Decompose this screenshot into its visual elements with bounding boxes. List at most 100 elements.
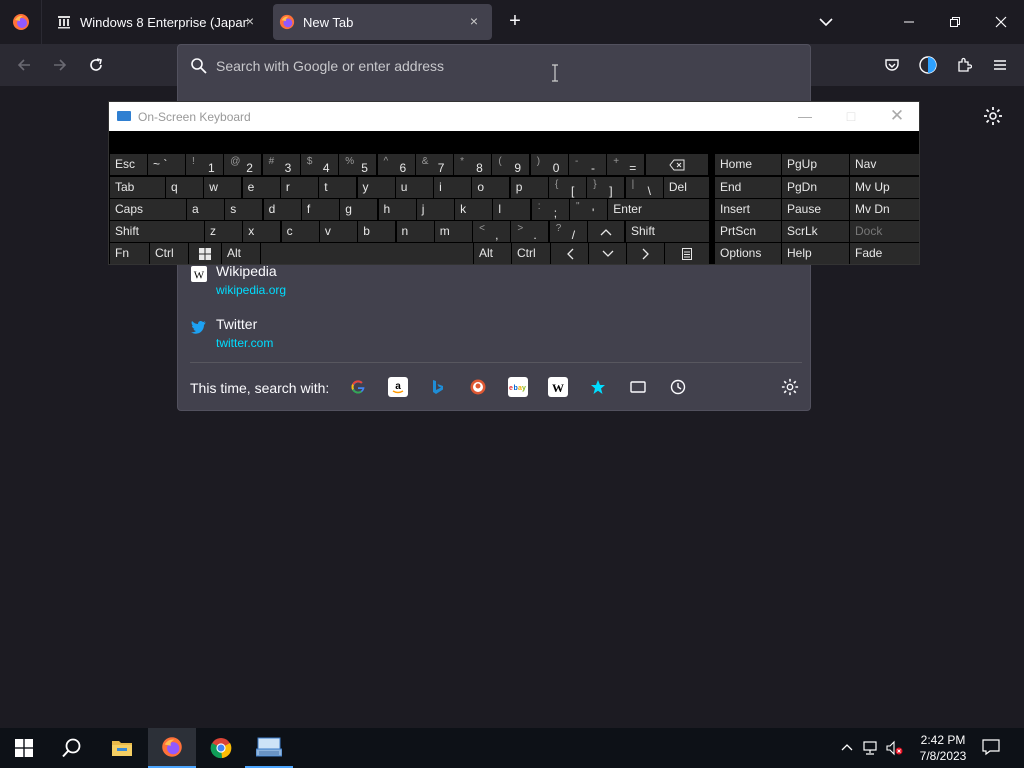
key-punct-0[interactable]: <,	[473, 221, 511, 242]
key-down-arrow[interactable]	[589, 243, 626, 264]
key-nav[interactable]: Nav	[850, 154, 919, 175]
key-o[interactable]: o	[472, 177, 510, 198]
extensions-icon[interactable]	[952, 53, 976, 77]
key-=[interactable]: + =	[607, 154, 645, 175]
key-x[interactable]: x	[243, 221, 281, 242]
google-icon[interactable]	[348, 377, 368, 397]
key-d[interactable]: d	[263, 199, 301, 220]
key-bracket-0[interactable]: {[	[549, 177, 586, 198]
key-bracket-1[interactable]: }]	[587, 177, 625, 198]
account-icon[interactable]	[916, 53, 940, 77]
back-arrow-icon[interactable]	[12, 53, 36, 77]
key-prtscn[interactable]: PrtScn	[715, 221, 781, 242]
key-alt-left[interactable]: Alt	[222, 243, 260, 264]
key-2[interactable]: @2	[224, 154, 262, 175]
reload-icon[interactable]	[84, 53, 108, 77]
osk-title-bar[interactable]: On-Screen Keyboard — □ ✕	[109, 102, 919, 131]
key-c[interactable]: c	[281, 221, 319, 242]
key-tilde[interactable]: ~ `	[148, 154, 185, 175]
key-b[interactable]: b	[358, 221, 396, 242]
key-punct-1[interactable]: >.	[511, 221, 549, 242]
osk-maximize-icon[interactable]: □	[843, 108, 859, 124]
key-a[interactable]: a	[187, 199, 224, 220]
key-mv-up[interactable]: Mv Up	[850, 177, 919, 198]
key-del[interactable]: Del	[663, 177, 709, 198]
key-ctrl-right[interactable]: Ctrl	[512, 243, 550, 264]
pocket-icon[interactable]	[880, 53, 904, 77]
key-options[interactable]: Options	[715, 243, 781, 264]
key-m[interactable]: m	[434, 221, 472, 242]
key-u[interactable]: u	[395, 177, 433, 198]
network-icon[interactable]	[862, 738, 880, 758]
tabs-icon[interactable]	[628, 377, 648, 397]
search-settings-gear-icon[interactable]	[780, 377, 800, 397]
key-8[interactable]: * 8	[454, 154, 492, 175]
key-fn[interactable]: Fn	[110, 243, 149, 264]
key-shift-right[interactable]: Shift	[626, 221, 709, 242]
wikipedia-icon[interactable]: W	[548, 377, 568, 397]
search-icon[interactable]	[48, 728, 96, 768]
key-mv-dn[interactable]: Mv Dn	[850, 199, 919, 220]
key-bracket-2[interactable]: | \	[625, 177, 663, 198]
key-dock[interactable]: Dock	[850, 221, 919, 242]
key-0[interactable]: ) 0	[530, 154, 568, 175]
key-insert[interactable]: Insert	[715, 199, 781, 220]
key-6[interactable]: ^ 6	[377, 154, 415, 175]
key-semi-0[interactable]: :;	[531, 199, 569, 220]
key-menu[interactable]	[665, 243, 709, 264]
start-windows-icon[interactable]	[0, 728, 48, 768]
key-w[interactable]: w	[204, 177, 242, 198]
key-punct-2[interactable]: ? /	[549, 221, 587, 242]
result-wikipedia[interactable]: W Wikipedia wikipedia.org	[190, 263, 790, 307]
key-k[interactable]: k	[455, 199, 493, 220]
key-semi-1[interactable]: " '	[570, 199, 607, 220]
key-ctrl-left[interactable]: Ctrl	[150, 243, 188, 264]
key-v[interactable]: v	[319, 221, 357, 242]
key-windows[interactable]	[189, 243, 221, 264]
key-e[interactable]: e	[242, 177, 280, 198]
key-right-arrow[interactable]	[627, 243, 664, 264]
key-1[interactable]: ! 1	[186, 154, 223, 175]
key-scrlk[interactable]: ScrLk	[782, 221, 849, 242]
key-j[interactable]: j	[416, 199, 454, 220]
key-t[interactable]: t	[319, 177, 357, 198]
key-shift-left[interactable]: Shift	[110, 221, 204, 242]
osk-close-icon[interactable]: ✕	[889, 107, 905, 124]
key-enter[interactable]: Enter	[608, 199, 709, 220]
close-window-icon[interactable]	[989, 10, 1013, 34]
key-esc[interactable]: Esc	[110, 154, 147, 175]
key-4[interactable]: $4	[300, 154, 338, 175]
key-g[interactable]: g	[340, 199, 378, 220]
key-3[interactable]: #3	[262, 154, 300, 175]
address-input[interactable]	[216, 55, 796, 77]
list-all-tabs-icon[interactable]	[814, 10, 838, 34]
bookmarks-icon[interactable]	[588, 377, 608, 397]
forward-arrow-icon[interactable]	[48, 53, 72, 77]
key-i[interactable]: i	[434, 177, 472, 198]
key-alt-right[interactable]: Alt	[474, 243, 511, 264]
amazon-icon[interactable]: a	[388, 377, 408, 397]
ebay-icon[interactable]: ebay	[508, 377, 528, 397]
volume-muted-icon[interactable]	[886, 738, 904, 758]
key-7[interactable]: & 7	[415, 154, 453, 175]
minimize-icon[interactable]	[897, 10, 921, 34]
bing-icon[interactable]	[428, 377, 448, 397]
firefox-menu-icon[interactable]	[0, 0, 42, 44]
key-z[interactable]: z	[205, 221, 242, 242]
clock[interactable]: 2:42 PM 7/8/2023	[912, 732, 974, 764]
key-9[interactable]: (9	[492, 154, 530, 175]
new-tab-button[interactable]: +	[503, 10, 527, 34]
key-home[interactable]: Home	[715, 154, 781, 175]
key-n[interactable]: n	[396, 221, 434, 242]
key-l[interactable]: l	[493, 199, 531, 220]
hamburger-menu-icon[interactable]	[988, 53, 1012, 77]
key-backspace[interactable]	[645, 154, 708, 175]
key-pgdn[interactable]: PgDn	[782, 177, 849, 198]
history-icon[interactable]	[668, 377, 688, 397]
osk-minimize-icon[interactable]: —	[797, 108, 813, 124]
key-tab[interactable]: Tab	[110, 177, 165, 198]
key-pgup[interactable]: PgUp	[782, 154, 849, 175]
notifications-icon[interactable]	[982, 737, 1000, 757]
firefox-taskbar-icon[interactable]	[148, 728, 196, 768]
show-hidden-icons-chevron-icon[interactable]	[838, 738, 856, 758]
